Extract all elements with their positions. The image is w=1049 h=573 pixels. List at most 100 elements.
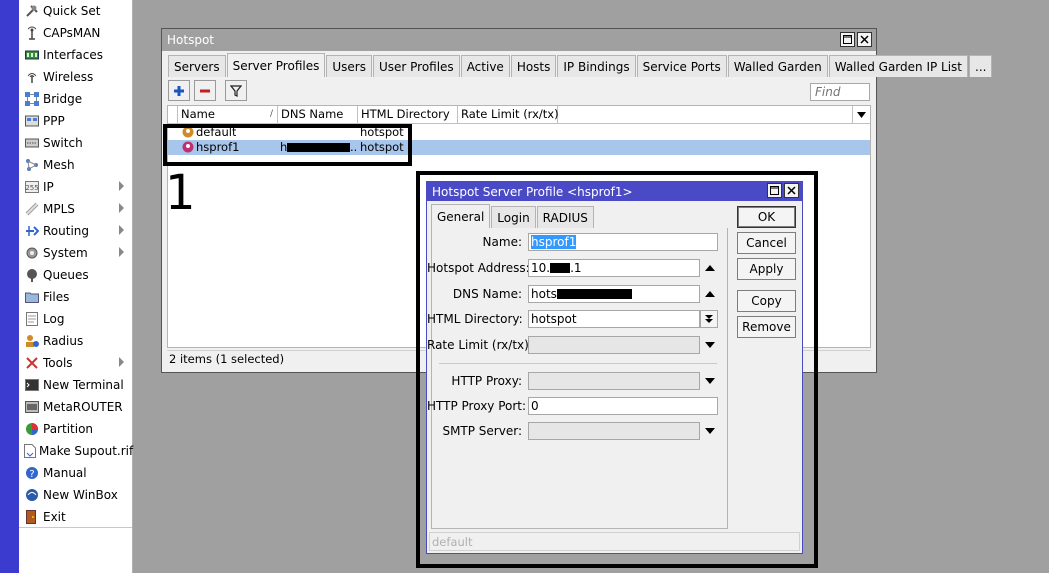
smtp-server-expand-icon[interactable]: [705, 428, 715, 434]
hotspot-address-input[interactable]: 10. .1: [528, 259, 700, 277]
hotspot-titlebar[interactable]: Hotspot: [162, 29, 876, 51]
column-header-rate-limit[interactable]: Rate Limit (rx/tx): [458, 106, 559, 124]
tab-active[interactable]: Active: [460, 55, 510, 77]
sidebar-item-capsman[interactable]: CAPsMAN: [19, 22, 132, 44]
maximize-button[interactable]: [840, 32, 855, 47]
tab-more[interactable]: ...: [969, 55, 993, 77]
dialog-titlebar[interactable]: Hotspot Server Profile <hsprof1>: [427, 182, 802, 201]
hotspot-tabs: Servers Server Profiles Users User Profi…: [168, 53, 993, 77]
http-proxy-input[interactable]: [528, 372, 700, 390]
find-input[interactable]: [810, 83, 870, 101]
metarouter-icon: [24, 399, 40, 415]
name-label: Name:: [482, 235, 522, 249]
sidebar-item-label: PPP: [43, 114, 65, 128]
sidebar-accent-bar: [0, 0, 19, 573]
partition-icon: [24, 421, 40, 437]
sidebar-item-quick-set[interactable]: Quick Set: [19, 0, 132, 22]
sidebar-item-queues[interactable]: Queues: [19, 264, 132, 286]
close-button[interactable]: [784, 183, 799, 198]
http-proxy-port-label: HTTP Proxy Port:: [427, 399, 527, 413]
columns-dropdown-button[interactable]: [853, 106, 870, 124]
tab-service-ports[interactable]: Service Ports: [636, 55, 727, 77]
sidebar-item-new-winbox[interactable]: New WinBox: [19, 484, 132, 506]
submenu-arrow-icon: [119, 181, 124, 191]
sidebar-item-radius[interactable]: Radius: [19, 330, 132, 352]
queues-icon: [24, 267, 40, 283]
sidebar-item-metarouter[interactable]: MetaROUTER: [19, 396, 132, 418]
tab-ip-bindings[interactable]: IP Bindings: [557, 55, 636, 77]
manual-icon: ?: [24, 465, 40, 481]
html-directory-input[interactable]: hotspot: [528, 310, 700, 328]
sidebar-item-system[interactable]: System: [19, 242, 132, 264]
tab-login[interactable]: Login: [491, 206, 536, 228]
sidebar-item-routing[interactable]: Routing: [19, 220, 132, 242]
name-input[interactable]: hsprof1: [528, 233, 718, 251]
winbox-icon: [24, 487, 40, 503]
sidebar-item-ppp[interactable]: PPP: [19, 110, 132, 132]
tab-hosts[interactable]: Hosts: [510, 55, 557, 77]
copy-button[interactable]: Copy: [737, 290, 796, 312]
tab-walled-garden-ip-list[interactable]: Walled Garden IP List: [828, 55, 969, 77]
filter-button[interactable]: [225, 80, 247, 101]
tab-general[interactable]: General: [431, 204, 491, 228]
files-icon: [24, 289, 40, 305]
sidebar-item-tools[interactable]: Tools: [19, 352, 132, 374]
sidebar-item-label: Switch: [43, 136, 83, 150]
tab-server-profiles[interactable]: Server Profiles: [226, 53, 326, 77]
remove-field-up-icon[interactable]: [705, 265, 715, 271]
tab-users[interactable]: Users: [326, 55, 372, 77]
column-header-name[interactable]: Name /: [178, 106, 278, 124]
sidebar-item-label: Partition: [43, 422, 94, 436]
tab-user-profiles[interactable]: User Profiles: [372, 55, 460, 77]
sidebar-item-ip[interactable]: 255 IP: [19, 176, 132, 198]
smtp-server-input[interactable]: [528, 422, 700, 440]
rate-limit-input[interactable]: [528, 336, 700, 354]
sidebar-item-new-terminal[interactable]: New Terminal: [19, 374, 132, 396]
column-handle: [168, 106, 178, 124]
rate-limit-expand-icon[interactable]: [705, 342, 715, 348]
sidebar-item-bridge[interactable]: Bridge: [19, 88, 132, 110]
sidebar-item-log[interactable]: Log: [19, 308, 132, 330]
sidebar-item-mesh[interactable]: Mesh: [19, 154, 132, 176]
dns-name-input[interactable]: hots: [528, 285, 700, 303]
sidebar-item-label: Make Supout.rif: [39, 444, 134, 458]
switch-icon: [24, 135, 40, 151]
remove-profile-button[interactable]: Remove: [737, 316, 796, 338]
sidebar-item-mpls[interactable]: MPLS: [19, 198, 132, 220]
ip-icon: 255: [24, 179, 40, 195]
close-button[interactable]: [857, 32, 872, 47]
http-proxy-port-input[interactable]: 0: [528, 397, 718, 415]
sidebar-separator: [19, 527, 132, 528]
tab-servers[interactable]: Servers: [168, 55, 226, 77]
sidebar-item-manual[interactable]: ? Manual: [19, 462, 132, 484]
sidebar-item-exit[interactable]: Exit: [19, 506, 132, 528]
redaction-block: [550, 263, 571, 273]
remove-field-up-icon[interactable]: [705, 291, 715, 297]
sidebar-item-files[interactable]: Files: [19, 286, 132, 308]
sidebar-item-partition[interactable]: Partition: [19, 418, 132, 440]
log-icon: [24, 311, 40, 327]
cancel-button[interactable]: Cancel: [737, 232, 796, 254]
maximize-button[interactable]: [767, 183, 782, 198]
sidebar-item-wireless[interactable]: Wireless: [19, 66, 132, 88]
http-proxy-expand-icon[interactable]: [705, 378, 715, 384]
column-header-dns-name[interactable]: DNS Name: [278, 106, 358, 124]
add-button[interactable]: [168, 80, 190, 101]
sidebar-item-interfaces[interactable]: Interfaces: [19, 44, 132, 66]
sidebar-item-label: Routing: [43, 224, 90, 238]
column-header-html-directory[interactable]: HTML Directory: [358, 106, 458, 124]
sidebar-item-switch[interactable]: Switch: [19, 132, 132, 154]
form-separator: [439, 363, 717, 364]
sidebar-item-label: New Terminal: [43, 378, 124, 392]
apply-button[interactable]: Apply: [737, 258, 796, 280]
remove-button[interactable]: [194, 80, 216, 101]
html-directory-dropdown-button[interactable]: [700, 310, 718, 328]
sidebar-item-make-supout[interactable]: Make Supout.rif: [19, 440, 134, 462]
supout-icon: [24, 443, 36, 459]
html-directory-label: HTML Directory:: [427, 312, 523, 326]
sidebar-item-label: Mesh: [43, 158, 75, 172]
ok-button[interactable]: OK: [737, 206, 796, 228]
submenu-arrow-icon: [119, 357, 124, 367]
tab-radius[interactable]: RADIUS: [536, 206, 594, 228]
tab-walled-garden[interactable]: Walled Garden: [727, 55, 828, 77]
